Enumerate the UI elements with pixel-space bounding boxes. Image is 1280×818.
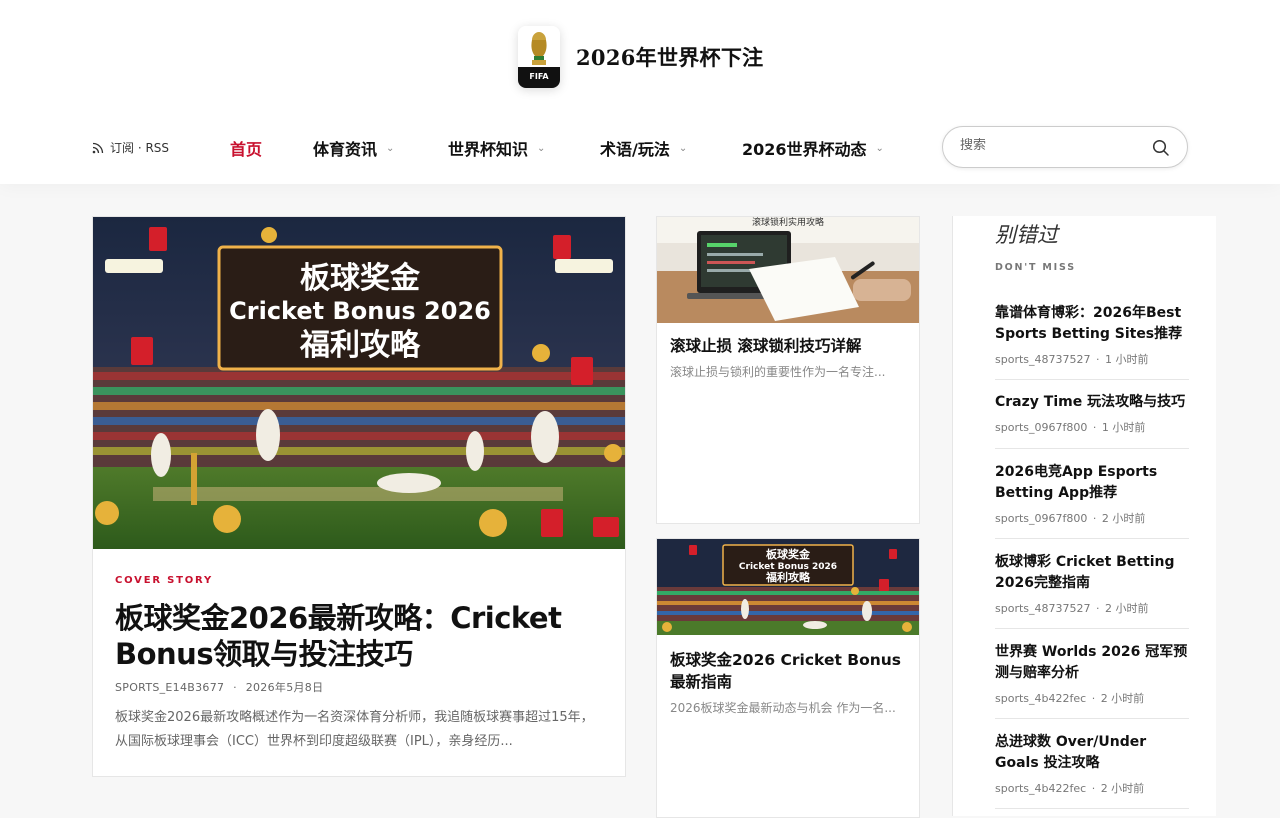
featured-image[interactable]: 板球奖金 Cricket Bonus 2026 福利攻略 — [93, 217, 625, 549]
svg-text:福利攻略: 福利攻略 — [765, 570, 811, 584]
nav-item-world-cup-knowledge[interactable]: 世界杯知识 ⌄ — [448, 136, 545, 160]
chevron-down-icon: ⌄ — [875, 142, 884, 154]
sidebar-item-title[interactable]: Crazy Time 玩法攻略与技巧 — [995, 392, 1189, 413]
nav-item-world-cup-news[interactable]: 2026世界杯动态 ⌄ — [742, 136, 884, 160]
meta-separator: · — [1096, 353, 1100, 366]
chevron-down-icon: ⌄ — [386, 142, 395, 154]
sidebar-heading: 别错过 — [995, 223, 1058, 247]
sidebar-item-title[interactable]: 板球博彩 Cricket Betting 2026完整指南 — [995, 552, 1189, 594]
sidebar-item-time: 1 小时前 — [1105, 353, 1149, 366]
sidebar-list-item[interactable]: 总进球数 Over/Under Goals 投注攻略 sports_4b422f… — [995, 732, 1189, 809]
sidebar-item-time: 2 小时前 — [1101, 512, 1146, 525]
site-title[interactable]: 2026年世界杯下注 — [576, 42, 763, 72]
sidebar-item-author[interactable]: sports_4b422fec — [995, 782, 1086, 795]
fifa-logo[interactable]: FIFA — [518, 26, 560, 88]
sidebar-item-title[interactable]: 2026电竞App Esports Betting App推荐 — [995, 462, 1189, 504]
sidebar-item-meta: sports_48737527 · 1 小时前 — [995, 351, 1189, 367]
nav-item-terms-gameplay[interactable]: 术语/玩法 ⌄ — [600, 136, 687, 160]
meta-separator: · — [1092, 421, 1097, 434]
nav-item-sports-news[interactable]: 体育资讯 ⌄ — [313, 136, 394, 160]
sidebar-dont-miss: 别错过 DON'T MISS 靠谱体育博彩：2026年Best Sports B… — [952, 216, 1216, 816]
article-author[interactable]: SPORTS_E14B3677 — [115, 681, 224, 694]
article-excerpt: 滚球止损与锁利的重要性作为一名专注... — [670, 365, 886, 379]
search-form — [942, 126, 1188, 168]
svg-text:板球奖金: 板球奖金 — [766, 547, 811, 561]
article-card[interactable]: 板球奖金 Cricket Bonus 2026 福利攻略 板球奖金2026 Cr… — [656, 538, 920, 818]
site-branding[interactable]: FIFA 2026年世界杯下注 — [518, 26, 763, 88]
article-card[interactable]: 滚球锁利实用攻略 滚球止损 滚球锁利技巧详解 滚球止损与锁利的重要性作为一名专注… — [656, 216, 920, 524]
logo-label: FIFA — [529, 72, 549, 81]
sidebar-list-item[interactable]: 靠谱体育博彩：2026年Best Sports Betting Sites推荐 … — [995, 303, 1189, 380]
svg-text:Cricket Bonus 2026: Cricket Bonus 2026 — [229, 297, 491, 325]
nav-item-home[interactable]: 首页 — [230, 136, 262, 160]
featured-article[interactable]: 板球奖金 Cricket Bonus 2026 福利攻略 COVER STORY… — [92, 216, 626, 777]
nav-label: 首页 — [230, 140, 263, 159]
sidebar-item-meta: sports_4b422fec · 2 小时前 — [995, 690, 1189, 706]
sidebar-item-title[interactable]: 世界赛 Worlds 2026 冠军预测与赔率分析 — [995, 642, 1189, 684]
svg-text:板球奖金: 板球奖金 — [300, 261, 421, 296]
nav-label: 术语/玩法 — [600, 140, 670, 159]
article-title[interactable]: 板球奖金2026 Cricket Bonus最新指南 — [670, 649, 910, 693]
meta-separator: · — [1092, 512, 1097, 525]
chevron-down-icon: ⌄ — [678, 142, 688, 154]
sidebar-item-author[interactable]: sports_4b422fec — [995, 692, 1086, 705]
sidebar-item-author[interactable]: sports_48737527 — [995, 602, 1091, 615]
nav-label: 世界杯知识 — [448, 140, 529, 159]
article-title[interactable]: 滚球止损 滚球锁利技巧详解 — [670, 335, 910, 357]
meta-separator: · — [1096, 602, 1100, 615]
article-category[interactable]: COVER STORY — [115, 575, 213, 586]
sidebar-item-meta: sports_48737527 · 2 小时前 — [995, 600, 1189, 616]
sidebar-subheading: DON'T MISS — [995, 262, 1076, 273]
meta-separator: · — [1091, 782, 1096, 795]
featured-article-title[interactable]: 板球奖金2026最新攻略：Cricket Bonus领取与投注技巧 — [115, 600, 605, 672]
sidebar-list-item[interactable]: 2026电竞App Esports Betting App推荐 sports_0… — [995, 462, 1189, 539]
meta-separator: · — [233, 681, 237, 694]
rss-icon — [92, 142, 104, 153]
sidebar-item-author[interactable]: sports_0967f800 — [995, 512, 1087, 525]
article-thumbnail[interactable]: 板球奖金 Cricket Bonus 2026 福利攻略 — [657, 539, 919, 635]
search-icon[interactable] — [1152, 139, 1170, 157]
article-meta: SPORTS_E14B3677 · 2026年5月8日 — [115, 679, 323, 695]
sidebar-item-meta: sports_4b422fec · 2 小时前 — [995, 780, 1189, 796]
article-thumbnail[interactable]: 滚球锁利实用攻略 — [657, 217, 919, 323]
search-input[interactable] — [960, 138, 1140, 153]
sidebar-item-time: 2 小时前 — [1100, 692, 1145, 705]
site-header: FIFA 2026年世界杯下注 订阅 · RSS 首页 体育资讯 ⌄ 世界杯知识… — [0, 0, 1280, 184]
rss-link[interactable]: 订阅 · RSS — [92, 139, 169, 156]
sidebar-item-author[interactable]: sports_48737527 — [995, 353, 1091, 366]
article-excerpt: 板球奖金2026最新攻略概述作为一名资深体育分析师，我追随板球赛事超过15年，从… — [115, 710, 594, 749]
sidebar-list-item[interactable]: 世界赛 Worlds 2026 冠军预测与赔率分析 sports_4b422fe… — [995, 642, 1189, 719]
chevron-down-icon: ⌄ — [537, 142, 546, 154]
article-excerpt: 2026板球奖金最新动态与机会 作为一名... — [670, 701, 896, 715]
rss-label: 订阅 · RSS — [110, 141, 170, 155]
sidebar-item-meta: sports_0967f800 · 2 小时前 — [995, 510, 1189, 526]
sidebar-item-title[interactable]: 靠谱体育博彩：2026年Best Sports Betting Sites推荐 — [995, 303, 1189, 345]
sidebar-list-item[interactable]: 板球博彩 Cricket Betting 2026完整指南 sports_487… — [995, 552, 1189, 629]
nav-label: 2026世界杯动态 — [742, 140, 867, 159]
meta-separator: · — [1091, 692, 1096, 705]
sidebar-item-time: 2 小时前 — [1100, 782, 1145, 795]
nav-label: 体育资讯 — [313, 140, 378, 159]
thumbnail-caption: 滚球锁利实用攻略 — [751, 218, 824, 228]
sidebar-list-item[interactable]: Crazy Time 玩法攻略与技巧 sports_0967f800 · 1 小… — [995, 392, 1189, 449]
sidebar-item-author[interactable]: sports_0967f800 — [995, 421, 1087, 434]
sidebar-item-time: 2 小时前 — [1105, 602, 1149, 615]
svg-text:福利攻略: 福利攻略 — [299, 328, 421, 363]
sidebar-item-title[interactable]: 总进球数 Over/Under Goals 投注攻略 — [995, 732, 1189, 774]
article-date: 2026年5月8日 — [245, 681, 324, 694]
sidebar-item-time: 1 小时前 — [1101, 421, 1146, 434]
sidebar-item-meta: sports_0967f800 · 1 小时前 — [995, 419, 1189, 435]
